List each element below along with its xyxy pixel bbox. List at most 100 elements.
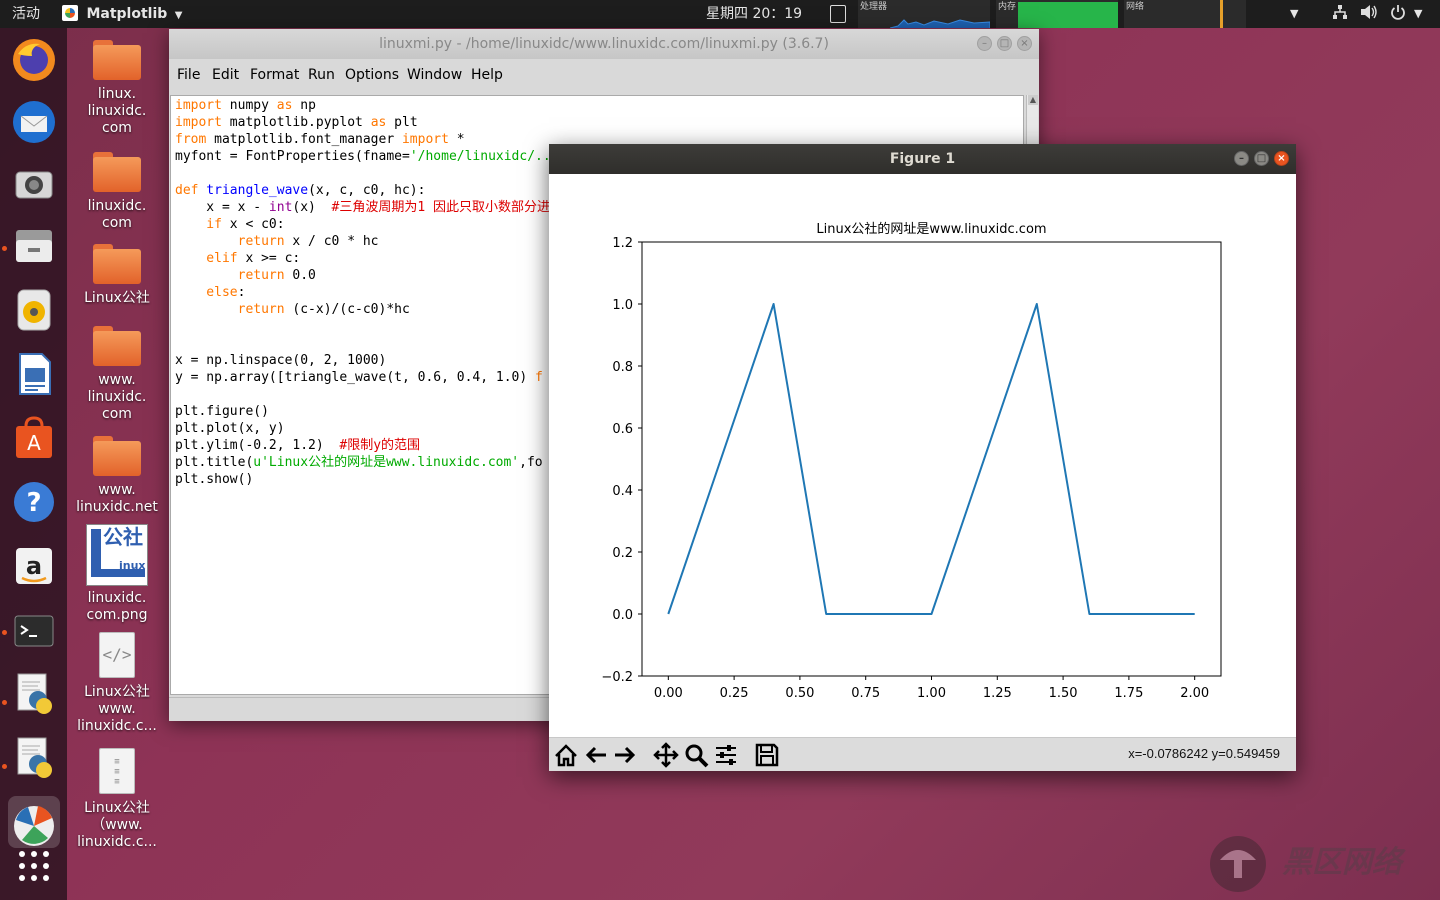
desktop-code-file[interactable]: </> Linux公社 www. linuxidc.c... bbox=[67, 632, 167, 735]
dock: A ? a bbox=[0, 28, 67, 900]
menu-window[interactable]: Window bbox=[407, 67, 462, 83]
close-button[interactable]: × bbox=[1274, 151, 1289, 166]
chevron-down-icon[interactable]: ▼ bbox=[1290, 0, 1298, 28]
desktop-icon-label: linuxidc. com bbox=[87, 198, 147, 231]
app-menu[interactable]: Matplotlib ▼ bbox=[62, 0, 182, 28]
save-icon[interactable] bbox=[753, 741, 781, 769]
y-tick-label: 1.2 bbox=[612, 236, 633, 251]
menu-run[interactable]: Run bbox=[308, 67, 335, 83]
idle-titlebar[interactable]: linuxmi.py - /home/linuxidc/www.linuxidc… bbox=[169, 29, 1039, 59]
maximize-button[interactable]: □ bbox=[1254, 151, 1269, 166]
help-icon[interactable]: ? bbox=[8, 476, 60, 528]
text-file-icon: ≡ ≡ ≡ bbox=[99, 748, 135, 794]
menu-options[interactable]: Options bbox=[345, 67, 399, 83]
desktop-icon-label: linux. linuxidc. com bbox=[87, 86, 147, 136]
y-tick-label: 0.2 bbox=[612, 546, 633, 561]
menu-format[interactable]: Format bbox=[250, 67, 299, 83]
desktop-folder[interactable]: linuxidc. com bbox=[67, 152, 167, 232]
thunderbird-icon[interactable] bbox=[8, 96, 60, 148]
image-thumbnail-icon: 公社 inux bbox=[86, 524, 148, 586]
desktop-icon-label: www. linuxidc.net bbox=[76, 482, 158, 515]
screenshot-icon[interactable] bbox=[830, 5, 846, 23]
x-tick-label: 1.25 bbox=[983, 686, 1012, 701]
x-tick-label: 1.50 bbox=[1049, 686, 1078, 701]
memory-graph bbox=[1018, 2, 1118, 28]
folder-icon bbox=[93, 244, 141, 284]
cpu-meter[interactable]: 处理器 bbox=[858, 0, 990, 28]
desktop-icon-label: linuxidc. com.png bbox=[86, 590, 148, 623]
network-label: 网络 bbox=[1126, 2, 1145, 12]
desktop-image-file[interactable]: 公社 inux linuxidc. com.png bbox=[67, 524, 167, 624]
menu-edit[interactable]: Edit bbox=[212, 67, 239, 83]
y-axis: −0.2 0.0 0.2 0.4 0.6 0.8 1.0 1.2 bbox=[601, 236, 642, 685]
software-center-icon[interactable]: A bbox=[8, 412, 60, 464]
running-indicator bbox=[2, 246, 7, 251]
pan-icon[interactable] bbox=[652, 741, 680, 769]
running-indicator bbox=[2, 630, 7, 635]
zoom-icon[interactable] bbox=[682, 741, 710, 769]
running-indicator bbox=[2, 700, 7, 705]
minimize-button[interactable]: – bbox=[1234, 151, 1249, 166]
folder-icon bbox=[93, 436, 141, 476]
amazon-icon[interactable]: a bbox=[8, 540, 60, 592]
desktop-icon-label: Linux公社 bbox=[84, 290, 150, 306]
scroll-up-icon[interactable]: ▲ bbox=[1028, 95, 1038, 105]
idle-menubar: File Edit Format Run Options Window Help bbox=[169, 59, 1039, 93]
y-tick-label: 0.0 bbox=[612, 608, 633, 623]
plot-canvas[interactable]: Linux公社的网址是www.linuxidc.com 0.00 0.25 0.50… bbox=[549, 174, 1296, 737]
configure-subplots-icon[interactable] bbox=[712, 741, 740, 769]
close-button[interactable]: × bbox=[1017, 36, 1032, 51]
home-icon[interactable] bbox=[552, 741, 580, 769]
clock[interactable]: 星期四 20：19 bbox=[706, 0, 802, 28]
desktop-folder[interactable]: www. linuxidc.net bbox=[67, 436, 167, 516]
svg-text:a: a bbox=[26, 552, 42, 580]
y-tick-label: −0.2 bbox=[601, 670, 633, 685]
firefox-icon[interactable] bbox=[8, 34, 60, 86]
app-grid-icon[interactable] bbox=[8, 840, 60, 892]
rhythmbox-icon[interactable] bbox=[8, 284, 60, 336]
desktop-folder[interactable]: www. linuxidc. com bbox=[67, 326, 167, 423]
python-idle-icon[interactable] bbox=[8, 668, 60, 720]
activities-button[interactable]: 活动 bbox=[12, 0, 40, 28]
camera-icon[interactable] bbox=[8, 158, 60, 210]
y-tick-label: 1.0 bbox=[612, 298, 633, 313]
back-arrow-icon[interactable] bbox=[582, 741, 610, 769]
cpu-graph bbox=[890, 19, 990, 28]
minimize-button[interactable]: – bbox=[977, 36, 992, 51]
thumbnail-text: 公社 bbox=[103, 525, 143, 549]
watermark: 黑区网络 bbox=[1206, 832, 1436, 896]
chart-title: Linux公社的网址是www.linuxidc.com bbox=[816, 221, 1046, 237]
power-icon[interactable] bbox=[1390, 0, 1406, 28]
window-title: Figure 1 bbox=[889, 151, 956, 167]
chevron-down-icon[interactable]: ▼ bbox=[1414, 0, 1422, 28]
network-icon[interactable] bbox=[1332, 0, 1348, 28]
x-tick-label: 0.00 bbox=[654, 686, 683, 701]
desktop-text-file[interactable]: ≡ ≡ ≡ Linux公社 （www. linuxidc.c... bbox=[67, 748, 167, 851]
top-panel: 活动 Matplotlib ▼ 星期四 20：19 处理器 内存 网络 ▼ ▼ bbox=[0, 0, 1440, 28]
desktop-icon-label: www. linuxidc. com bbox=[87, 372, 147, 422]
code-file-icon: </> bbox=[99, 632, 135, 678]
y-tick-label: 0.4 bbox=[612, 484, 633, 499]
matplotlib-icon bbox=[62, 5, 78, 21]
terminal-icon[interactable] bbox=[8, 604, 60, 656]
maximize-button[interactable]: □ bbox=[997, 36, 1012, 51]
window-title: linuxmi.py - /home/linuxidc/www.linuxidc… bbox=[379, 36, 829, 52]
desktop-folder[interactable]: Linux公社 bbox=[67, 244, 167, 307]
files-icon[interactable] bbox=[8, 220, 60, 272]
memory-meter[interactable]: 内存 bbox=[996, 0, 1118, 28]
folder-icon bbox=[93, 40, 141, 80]
python-idle-icon[interactable] bbox=[8, 732, 60, 784]
volume-icon[interactable] bbox=[1360, 0, 1378, 28]
network-meter[interactable]: 网络 bbox=[1124, 0, 1246, 28]
folder-icon bbox=[93, 326, 141, 366]
desktop-icon-label: Linux公社 （www. linuxidc.c... bbox=[77, 800, 157, 850]
menu-file[interactable]: File bbox=[177, 67, 200, 83]
libreoffice-writer-icon[interactable] bbox=[8, 348, 60, 400]
memory-label: 内存 bbox=[998, 2, 1017, 12]
figure-titlebar[interactable]: Figure 1 – □ × bbox=[549, 144, 1296, 174]
desktop-icon-label: Linux公社 www. linuxidc.c... bbox=[77, 684, 157, 734]
desktop-folder[interactable]: linux. linuxidc. com bbox=[67, 40, 167, 137]
menu-help[interactable]: Help bbox=[471, 67, 503, 83]
thumbnail-subtext: inux bbox=[119, 559, 146, 572]
forward-arrow-icon[interactable] bbox=[611, 741, 639, 769]
